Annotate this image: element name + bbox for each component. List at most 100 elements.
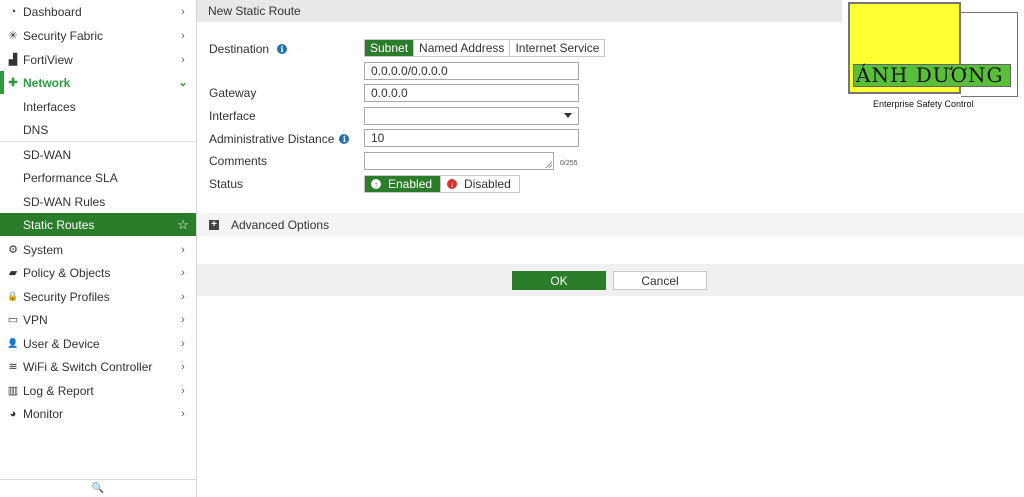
chevron-right-icon: › xyxy=(181,53,185,66)
gateway-value: 0.0.0.0 xyxy=(371,86,408,100)
chevron-right-icon: › xyxy=(181,290,185,303)
page-title-bar: New Static Route xyxy=(197,0,842,22)
status-disabled-label: Disabled xyxy=(464,177,511,191)
logo-title: ÁNH DƯƠNG xyxy=(856,63,1004,87)
arrow-up-circle-icon: ↑ xyxy=(371,179,381,189)
chevron-right-icon: › xyxy=(181,266,185,279)
advanced-options-toggle[interactable]: + Advanced Options xyxy=(197,213,1024,237)
dashboard-icon: ◔ xyxy=(9,5,17,18)
nav-label: SD-WAN xyxy=(23,147,72,162)
ok-button[interactable]: OK xyxy=(512,271,606,290)
chevron-right-icon: › xyxy=(181,407,185,420)
nav-label: Security Fabric xyxy=(23,28,104,43)
nav-system[interactable]: ⚙ System › xyxy=(0,238,196,261)
wifi-icon: ≋ xyxy=(8,361,18,373)
nav-interfaces[interactable]: Interfaces xyxy=(0,95,196,118)
nav-sd-wan[interactable]: SD-WAN xyxy=(0,143,196,166)
nav-wifi-switch[interactable]: ≋ WiFi & Switch Controller › xyxy=(0,355,196,378)
resize-grip-icon[interactable] xyxy=(546,162,552,168)
advanced-options-label: Advanced Options xyxy=(231,218,330,232)
fortiview-icon: ▟ xyxy=(8,54,18,66)
nav-sd-wan-rules[interactable]: SD-WAN Rules xyxy=(0,190,196,213)
comments-char-counter: 0/255 xyxy=(560,160,578,167)
nav-dashboard[interactable]: ◔ Dashboard › xyxy=(0,0,196,23)
nav-network[interactable]: ✚ Network ⌄ xyxy=(0,71,196,94)
cancel-button[interactable]: Cancel xyxy=(613,271,707,290)
star-icon[interactable]: ☆ xyxy=(176,217,190,233)
chevron-right-icon: › xyxy=(181,384,185,397)
divider xyxy=(0,141,196,142)
nav-static-routes[interactable]: Static Routes ☆ xyxy=(0,213,196,236)
nav-vpn[interactable]: ▭ VPN › xyxy=(0,308,196,331)
security-fabric-icon: ✳ xyxy=(8,30,18,42)
nav-label: DNS xyxy=(23,122,49,137)
comments-label: Comments xyxy=(209,154,268,168)
chevron-right-icon: › xyxy=(181,360,185,373)
laptop-icon: ▭ xyxy=(7,314,19,326)
destination-type-subnet[interactable]: Subnet xyxy=(365,40,415,56)
nav-label: Static Routes xyxy=(23,217,95,232)
nav-performance-sla[interactable]: Performance SLA xyxy=(0,166,196,189)
logo-subtitle: Enterprise Safety Control xyxy=(873,99,974,109)
nav-label: Interfaces xyxy=(23,99,76,114)
destination-type-named-address[interactable]: Named Address xyxy=(414,40,511,56)
arrow-down-circle-icon: ↓ xyxy=(447,179,458,189)
lock-icon: 🔒 xyxy=(7,291,19,301)
nav-policy-objects[interactable]: ▰ Policy & Objects › xyxy=(0,261,196,284)
chevron-down-icon: ⌄ xyxy=(178,77,188,89)
nav-log-report[interactable]: ▥ Log & Report › xyxy=(0,379,196,402)
policy-icon: ▰ xyxy=(8,267,18,279)
nav-security-fabric[interactable]: ✳ Security Fabric › xyxy=(0,24,196,47)
comments-textarea[interactable] xyxy=(364,152,554,170)
info-icon[interactable]: i xyxy=(277,44,288,54)
chart-icon: ▥ xyxy=(7,385,19,397)
nav-label: Policy & Objects xyxy=(23,265,111,280)
admin-distance-value: 10 xyxy=(371,131,385,145)
nav-security-profiles[interactable]: 🔒 Security Profiles › xyxy=(0,285,196,308)
interface-label: Interface xyxy=(209,109,256,123)
destination-type-selector: Subnet Named Address Internet Service xyxy=(364,39,606,57)
gear-icon: ⚙ xyxy=(8,244,18,256)
nav-monitor[interactable]: ◕ Monitor › xyxy=(0,402,196,425)
chevron-right-icon: › xyxy=(181,313,185,326)
expand-plus-icon: + xyxy=(209,220,219,230)
chevron-right-icon: › xyxy=(181,29,185,42)
destination-label-row: Destination i xyxy=(209,42,288,56)
status-label: Status xyxy=(209,177,244,191)
chevron-right-icon: › xyxy=(181,5,185,18)
gateway-input[interactable]: 0.0.0.0 xyxy=(364,84,579,102)
admin-distance-label-row: Administrative Distance i xyxy=(209,132,350,146)
info-icon[interactable]: i xyxy=(339,134,350,144)
nav-label: SD-WAN Rules xyxy=(23,194,106,209)
nav-label: User & Device xyxy=(23,336,100,351)
chevron-right-icon: › xyxy=(181,243,185,256)
admin-distance-input[interactable]: 10 xyxy=(364,129,579,147)
destination-label: Destination xyxy=(209,42,270,56)
network-icon: ✚ xyxy=(8,77,18,89)
sidebar: ◔ Dashboard › ✳ Security Fabric › ▟ Fort… xyxy=(0,0,197,497)
sidebar-search-button[interactable]: 🔍 xyxy=(0,479,196,497)
nav-user-device[interactable]: 👤 User & Device › xyxy=(0,332,196,355)
nav-dns[interactable]: DNS xyxy=(0,118,196,141)
dropdown-caret-icon xyxy=(564,113,572,118)
user-icon: 👤 xyxy=(7,338,19,348)
interface-select[interactable] xyxy=(364,107,579,125)
status-disabled-button[interactable]: ↓ Disabled xyxy=(440,176,519,192)
chevron-right-icon: › xyxy=(181,337,185,350)
nav-label: Log & Report xyxy=(23,383,94,398)
company-logo: ÁNH DƯƠNG Enterprise Safety Control xyxy=(848,2,1018,109)
nav-fortiview[interactable]: ▟ FortiView › xyxy=(0,48,196,71)
destination-subnet-value: 0.0.0.0/0.0.0.0 xyxy=(371,64,448,78)
status-toggle: ↑ Enabled ↓ Disabled xyxy=(364,175,520,193)
destination-type-internet-service[interactable]: Internet Service xyxy=(510,40,605,56)
nav-label: Performance SLA xyxy=(23,170,118,185)
nav-label: System xyxy=(23,242,64,257)
nav-label: Dashboard xyxy=(23,4,82,19)
nav-label: Security Profiles xyxy=(23,289,110,304)
nav-label: VPN xyxy=(23,312,48,327)
gateway-label: Gateway xyxy=(209,86,257,100)
search-icon: 🔍 xyxy=(91,483,105,494)
status-enabled-button[interactable]: ↑ Enabled xyxy=(365,176,441,192)
monitor-pie-icon: ◕ xyxy=(9,407,17,420)
destination-subnet-input[interactable]: 0.0.0.0/0.0.0.0 xyxy=(364,62,579,80)
